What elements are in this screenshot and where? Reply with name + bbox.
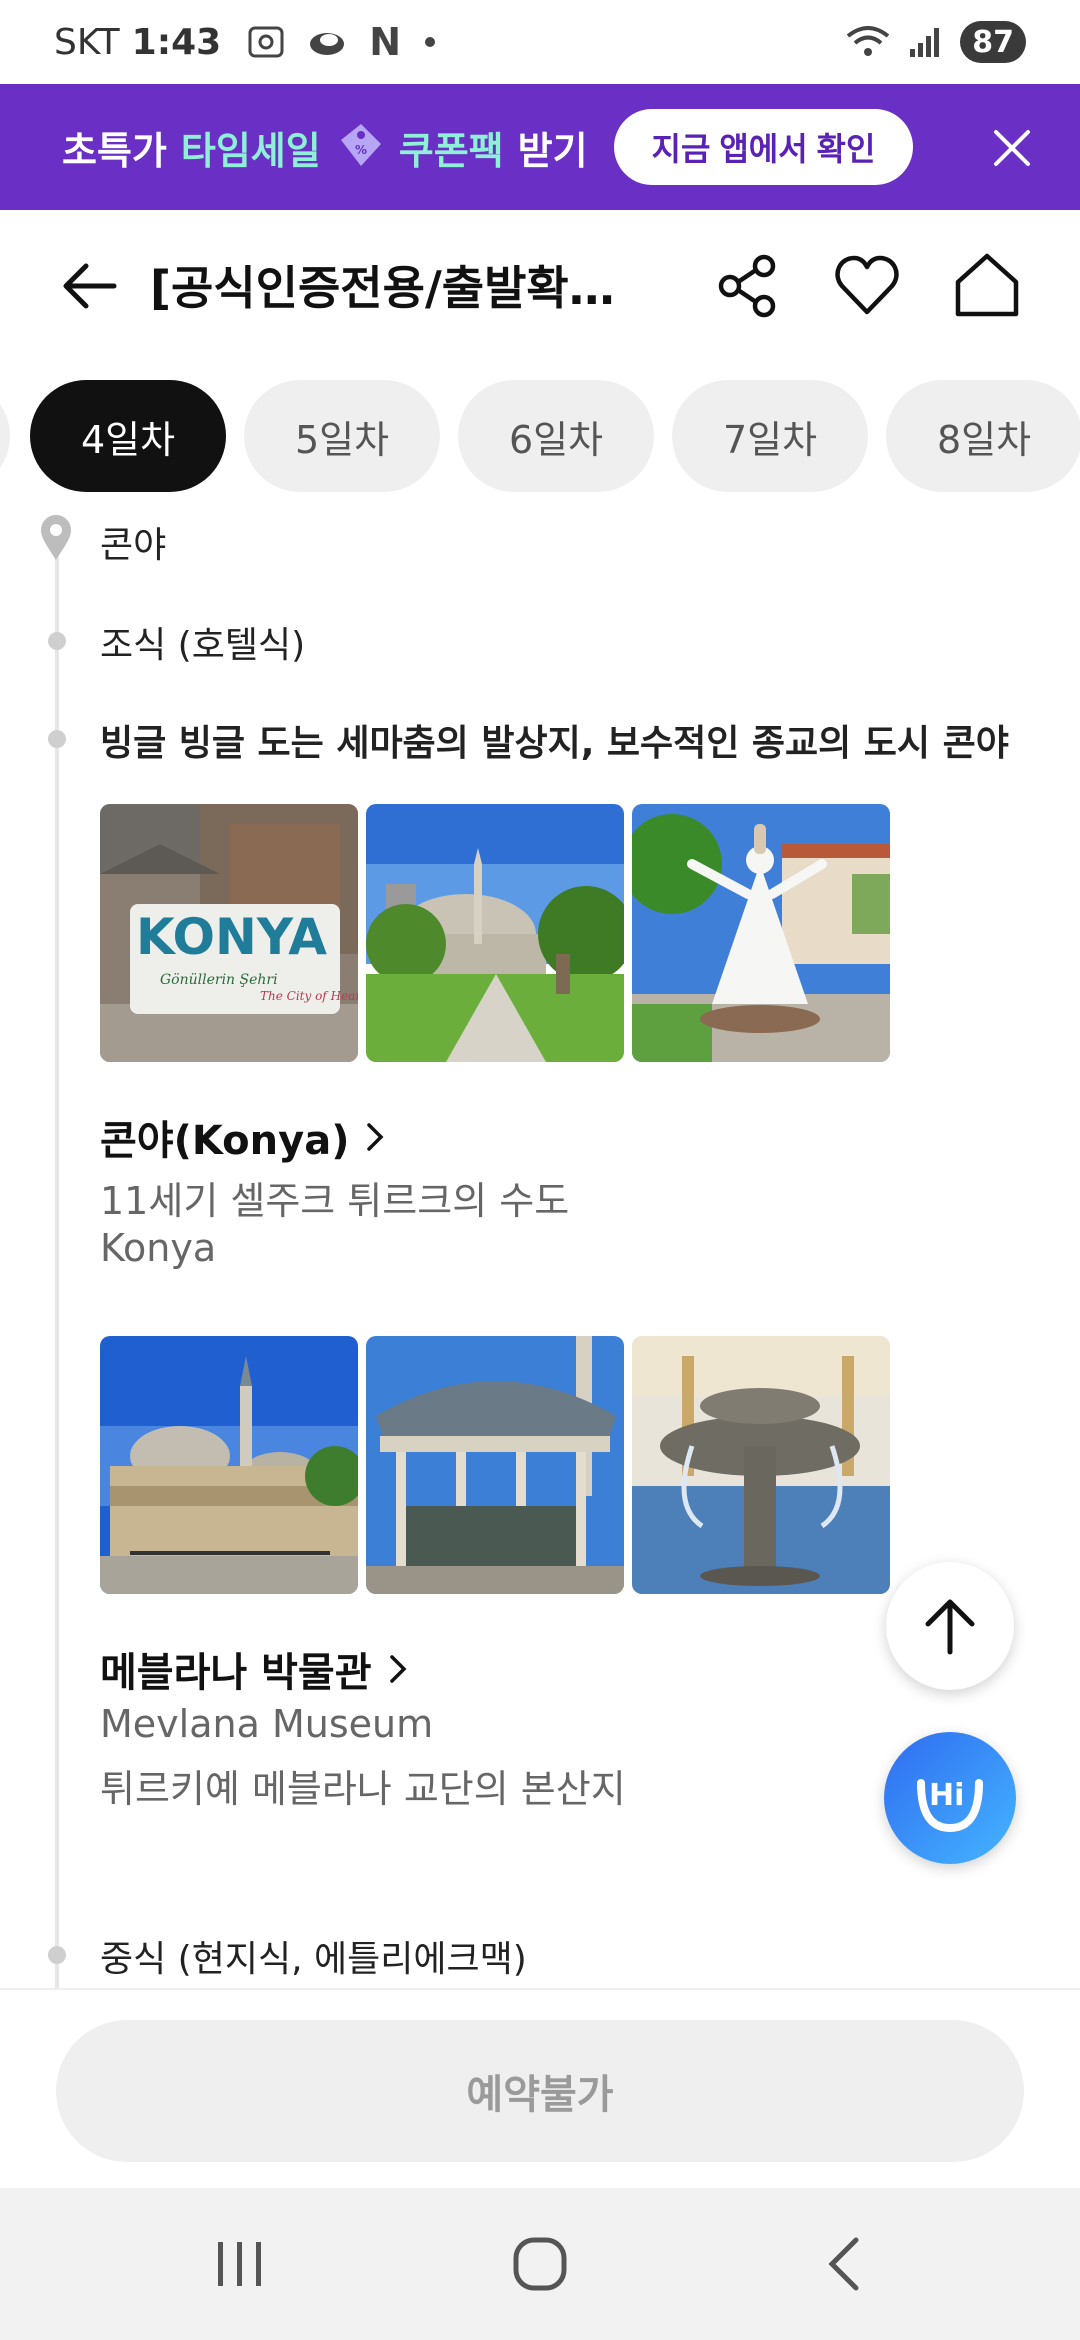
hi-chat-icon: Hi xyxy=(917,1778,983,1833)
place-konya-link[interactable]: 콘야(Konya) xyxy=(100,1108,387,1166)
mevlana-photo-row xyxy=(100,1336,890,1594)
system-nav-bar xyxy=(0,2188,1080,2340)
konya-photo-row: KONYA Gönüllerin Şehri The City of Heart… xyxy=(100,804,890,1062)
tab-day-5[interactable]: 5일차 xyxy=(244,380,440,492)
back-chevron-icon[interactable] xyxy=(822,2234,866,2294)
app-root: SKT 1:43 N 87 초특가 타임세일 % 쿠폰팩 받기 지금 앱에서 확… xyxy=(0,0,1080,2340)
konya-sign-sub2: The City of Hearts xyxy=(260,989,358,1003)
day-tabs: 4일차 5일차 6일차 7일차 8일차 xyxy=(0,380,1080,496)
lunch-label: 중식 (현지식, 에틀리에크맥) xyxy=(100,1939,527,1980)
chat-label: Hi xyxy=(929,1778,964,1813)
carrier-label: SKT xyxy=(54,21,120,63)
top-header: [공식인증전용/출발확정] 튀르키예 일주 10일 xyxy=(0,210,1080,360)
tab-day-4[interactable]: 4일차 xyxy=(30,380,226,492)
home-icon[interactable] xyxy=(952,250,1022,320)
chevron-right-icon xyxy=(389,1655,407,1683)
place-mevlana-desc1: Mevlana Museum xyxy=(100,1702,434,1746)
konya-sign-sub1: Gönüllerin Şehri xyxy=(160,972,278,988)
scroll-to-top-button[interactable] xyxy=(886,1562,1014,1690)
open-app-button[interactable]: 지금 앱에서 확인 xyxy=(613,109,914,185)
konya-sign-text: KONYA xyxy=(136,908,327,966)
tab-previous-partial[interactable] xyxy=(0,380,10,492)
section-title: 빙글 빙글 도는 세마춤의 발상지, 보수적인 종교의 도시 콘야 xyxy=(100,723,1009,764)
photo-konya-whirling-statue[interactable] xyxy=(632,804,890,1062)
heart-icon[interactable] xyxy=(832,252,902,320)
battery-indicator: 87 xyxy=(960,21,1026,63)
photo-mevlana-fountain-pavilion[interactable] xyxy=(366,1336,624,1594)
system-status-icons: 87 xyxy=(846,21,1026,63)
close-icon[interactable] xyxy=(980,116,1044,180)
photo-mevlana-fountain[interactable] xyxy=(632,1336,890,1594)
timeline-dot xyxy=(48,730,66,748)
page-title: [공식인증전용/출발확정] 튀르키예 일주 10일 xyxy=(150,261,640,315)
place-konya-desc1: 11세기 셀주크 튀르크의 수도 xyxy=(100,1179,570,1223)
promo-prefix: 초특가 xyxy=(62,128,167,173)
tab-day-8[interactable]: 8일차 xyxy=(886,380,1080,492)
promo-highlight-coupon: 쿠폰팩 xyxy=(398,128,504,173)
photo-konya-mosque-park[interactable] xyxy=(366,804,624,1062)
promo-text: 초특가 타임세일 % 쿠폰팩 받기 xyxy=(62,118,588,176)
promo-highlight-timesale: 타임세일 xyxy=(180,128,321,173)
wifi-icon xyxy=(847,26,890,56)
book-button[interactable]: 예약불가 xyxy=(56,2020,1024,2162)
notification-icons: N xyxy=(247,20,437,64)
back-arrow-icon[interactable] xyxy=(58,254,122,318)
tab-day-7[interactable]: 7일차 xyxy=(672,380,868,492)
coupon-tag-icon: % xyxy=(340,124,381,166)
place-konya-desc2: Konya xyxy=(100,1226,217,1270)
timeline-line xyxy=(55,530,59,1990)
place-konya-name: 콘야(Konya) xyxy=(100,1118,350,1164)
n-app-icon: N xyxy=(369,20,402,64)
tab-day-6[interactable]: 6일차 xyxy=(458,380,654,492)
bottom-action-bar: 예약불가 xyxy=(0,1988,1080,2188)
recent-apps-icon[interactable] xyxy=(212,2234,268,2294)
arrow-up-icon xyxy=(925,1599,975,1655)
promo-suffix: 받기 xyxy=(517,128,588,173)
photo-konya-sign[interactable]: KONYA Gönüllerin Şehri The City of Heart… xyxy=(100,804,358,1062)
share-icon[interactable] xyxy=(714,252,782,320)
chevron-right-icon xyxy=(367,1123,384,1151)
status-bar: SKT 1:43 N 87 xyxy=(0,0,1080,84)
place-mevlana-name: 메블라나 박물관 xyxy=(100,1650,372,1696)
place-mevlana-desc2: 튀르키예 메블라나 교단의 본산지 xyxy=(100,1767,626,1811)
city-label: 콘야 xyxy=(100,525,167,566)
dot-icon xyxy=(425,37,436,47)
promo-banner[interactable]: 초특가 타임세일 % 쿠폰팩 받기 지금 앱에서 확인 xyxy=(0,84,1080,210)
breakfast-label: 조식 (호텔식) xyxy=(100,625,306,666)
svg-text:%: % xyxy=(355,143,367,157)
home-circle-icon[interactable] xyxy=(510,2234,570,2294)
screenshot-icon xyxy=(248,26,284,58)
location-pin-icon xyxy=(41,515,71,560)
place-mevlana-link[interactable]: 메블라나 박물관 xyxy=(100,1640,410,1698)
signal-icon xyxy=(910,28,940,57)
timeline-dot xyxy=(48,1946,66,1964)
photo-mevlana-mosque[interactable] xyxy=(100,1336,358,1594)
chatbot-button[interactable]: Hi xyxy=(884,1732,1016,1864)
clock: 1:43 xyxy=(131,21,222,63)
timeline-dot xyxy=(48,632,66,650)
cloud-icon xyxy=(310,33,345,55)
